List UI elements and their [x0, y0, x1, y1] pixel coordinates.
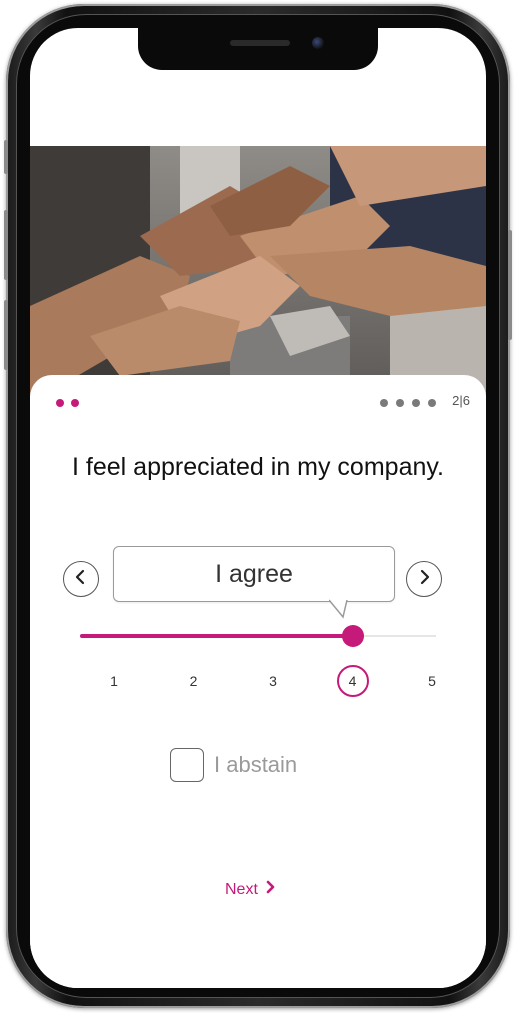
power-button	[508, 230, 512, 340]
chevron-right-icon	[417, 569, 431, 590]
progress-dot-remaining	[428, 399, 436, 407]
scale-option-2[interactable]: 2	[178, 665, 210, 697]
scale-labels: 1 2 3 4 5	[30, 665, 486, 699]
chevron-left-icon	[74, 569, 88, 590]
screen: 2|6 I feel appreciated in my company. I …	[30, 28, 486, 988]
survey-card: 2|6 I feel appreciated in my company. I …	[30, 375, 486, 988]
scale-option-1[interactable]: 1	[98, 665, 130, 697]
scale-option-4[interactable]: 4	[336, 665, 369, 697]
notch	[138, 28, 378, 70]
progress-remaining-dots	[380, 399, 436, 407]
next-value-button[interactable]	[406, 561, 442, 597]
scale-option-5[interactable]: 5	[416, 665, 448, 697]
question-text: I feel appreciated in my company.	[72, 453, 444, 481]
chevron-right-icon	[266, 880, 276, 899]
abstain-label[interactable]: I abstain	[214, 752, 297, 778]
front-camera	[312, 37, 324, 49]
speaker	[230, 40, 290, 46]
mute-switch	[4, 140, 8, 174]
question-counter: 2|6	[452, 393, 470, 408]
volume-up-button	[4, 210, 8, 280]
team-hands-photo	[30, 146, 486, 396]
previous-value-button[interactable]	[63, 561, 99, 597]
next-button[interactable]: Next	[225, 880, 276, 899]
slider-fill	[80, 634, 353, 638]
progress-completed-dots	[56, 399, 79, 407]
progress-dot-remaining	[380, 399, 388, 407]
next-label[interactable]: Next	[225, 881, 258, 899]
volume-down-button	[4, 300, 8, 370]
agreement-slider[interactable]	[80, 625, 436, 647]
progress-dot-remaining	[412, 399, 420, 407]
abstain-option[interactable]: I abstain	[170, 747, 297, 783]
scale-option-3[interactable]: 3	[257, 665, 289, 697]
progress-dot-completed	[71, 399, 79, 407]
value-bubble: I agree	[113, 546, 395, 602]
slider-thumb[interactable]	[341, 625, 364, 647]
bubble-tail	[329, 599, 348, 619]
progress-dot-completed	[56, 399, 64, 407]
progress-dot-remaining	[396, 399, 404, 407]
abstain-checkbox[interactable]	[170, 748, 204, 782]
